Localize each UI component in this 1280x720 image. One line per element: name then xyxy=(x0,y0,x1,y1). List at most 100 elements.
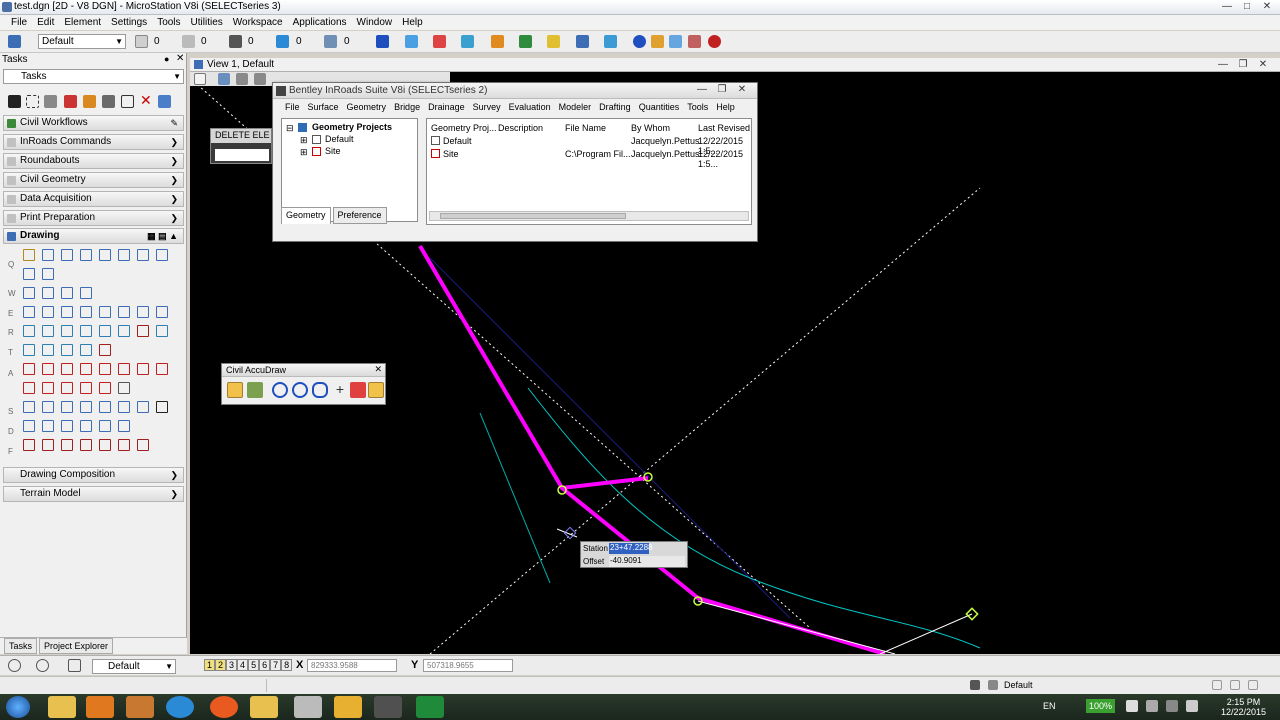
table-row[interactable]: Default Jacquelyn.Pettus 12/22/2015 1:5.… xyxy=(427,135,751,156)
menu-utilities[interactable]: Utilities xyxy=(186,17,228,28)
inroads-menu-drafting[interactable]: Drafting xyxy=(595,102,635,112)
tab-project-explorer[interactable]: Project Explorer xyxy=(39,638,114,654)
key-in-icon[interactable] xyxy=(376,35,389,48)
place-quarter-ellipse-icon[interactable] xyxy=(96,303,112,319)
dimension-linear-icon[interactable] xyxy=(39,417,55,433)
accudraw-check-icon[interactable] xyxy=(247,382,263,398)
text-change-case-icon[interactable] xyxy=(115,360,131,376)
pin-icon[interactable]: ● xyxy=(164,54,169,64)
group-holes-icon[interactable] xyxy=(20,341,36,357)
dimension-angular-icon[interactable] xyxy=(58,417,74,433)
delete-element-field[interactable] xyxy=(215,149,269,161)
status-active-level[interactable]: Default xyxy=(1004,680,1033,690)
accudraw-toggle-icon[interactable] xyxy=(227,382,243,398)
inroads-menu-modeler[interactable]: Modeler xyxy=(555,102,596,112)
dimension-label-icon[interactable] xyxy=(115,417,131,433)
text-fit-icon[interactable] xyxy=(20,379,36,395)
place-arc-icon[interactable] xyxy=(58,303,74,319)
inroads-menu-evaluation[interactable]: Evaluation xyxy=(505,102,555,112)
text-table-icon[interactable] xyxy=(115,379,131,395)
notes-icon[interactable] xyxy=(334,696,362,718)
level-display-icon[interactable] xyxy=(519,35,532,48)
pattern-area-icon[interactable] xyxy=(58,322,74,338)
station-field[interactable]: 23+47.2288 xyxy=(609,543,653,554)
inroads-menu-quantities[interactable]: Quantities xyxy=(635,102,684,112)
construct-minimum-icon[interactable] xyxy=(39,265,55,281)
view-group-combo[interactable]: Default ▼ xyxy=(92,659,176,674)
place-curve-icon[interactable] xyxy=(115,246,131,262)
section-civil-geometry[interactable]: Civil Geometry ❯ xyxy=(3,172,184,188)
view-button-5[interactable]: 5 xyxy=(248,659,260,671)
status-model-icon[interactable] xyxy=(1212,680,1222,690)
modify-arc-radius-icon[interactable] xyxy=(134,303,150,319)
battery-indicator[interactable]: 100% xyxy=(1086,699,1116,713)
raster-icon[interactable] xyxy=(461,35,474,48)
accudraw-station-offset-icon[interactable] xyxy=(272,382,288,398)
cancel-icon[interactable] xyxy=(708,35,721,48)
ie-icon[interactable] xyxy=(166,696,194,718)
section-print-preparation[interactable]: Print Preparation ❯ xyxy=(3,210,184,226)
menu-tools[interactable]: Tools xyxy=(152,17,185,28)
inroads-minimize-icon[interactable]: — xyxy=(693,84,711,96)
inroads-menu-geometry[interactable]: Geometry xyxy=(343,102,391,112)
text-display-icon[interactable] xyxy=(153,360,169,376)
scrollbar-thumb[interactable] xyxy=(440,213,626,219)
accudraw-distance-direction-icon[interactable] xyxy=(292,382,308,398)
place-text-icon[interactable] xyxy=(20,360,36,376)
create-region-icon[interactable] xyxy=(39,341,55,357)
cell-place-icon[interactable] xyxy=(20,398,36,414)
dimension-ordinate-icon[interactable] xyxy=(96,417,112,433)
plan-callout-icon[interactable] xyxy=(77,436,93,452)
level-combo[interactable]: Default ▼ xyxy=(38,34,126,49)
markup-icon[interactable] xyxy=(115,436,131,452)
inroads-menu-drainage[interactable]: Drainage xyxy=(424,102,469,112)
delete-icon[interactable]: ✕ xyxy=(140,93,153,108)
transparency-icon[interactable] xyxy=(276,35,289,48)
x-coordinate-field[interactable]: 829333.9588 xyxy=(307,659,397,672)
view-attributes-icon[interactable] xyxy=(194,73,206,85)
offset-field[interactable]: -40.9091 xyxy=(609,556,685,567)
edit-text-icon[interactable] xyxy=(58,360,74,376)
text-increment-icon[interactable] xyxy=(134,360,150,376)
update-view-icon[interactable] xyxy=(218,73,230,85)
priority-icon[interactable] xyxy=(324,35,337,48)
place-multiline-icon[interactable] xyxy=(58,246,74,262)
place-bspline-icon[interactable] xyxy=(134,246,150,262)
tree-expander-icon[interactable]: ⊟ xyxy=(286,123,294,134)
inroads-menu-surface[interactable]: Surface xyxy=(304,102,343,112)
levels-icon[interactable] xyxy=(491,35,504,48)
volume-icon[interactable] xyxy=(1186,700,1198,712)
table-row[interactable]: Site C:\Program Fil... Jacquelyn.Pettus … xyxy=(427,148,751,169)
dimension-radial-icon[interactable] xyxy=(77,417,93,433)
column-description[interactable]: Description xyxy=(498,123,543,133)
elevation-callout-icon[interactable] xyxy=(58,436,74,452)
menu-window[interactable]: Window xyxy=(352,17,398,28)
place-point-icon[interactable] xyxy=(77,246,93,262)
tree-item-default[interactable]: Default xyxy=(325,134,354,144)
language-indicator[interactable]: EN xyxy=(1043,701,1056,711)
dimension-element-icon[interactable] xyxy=(20,417,36,433)
place-ellipse-icon[interactable] xyxy=(39,303,55,319)
line-weight-icon[interactable] xyxy=(229,35,242,48)
cell-origin-icon[interactable] xyxy=(134,398,150,414)
project-icon[interactable] xyxy=(651,35,664,48)
cell-select-icon[interactable] xyxy=(39,398,55,414)
app-icon[interactable] xyxy=(294,696,322,718)
microstation-task-icon[interactable] xyxy=(374,696,402,718)
minimize-icon[interactable]: — xyxy=(1218,1,1236,13)
tasks-icon[interactable] xyxy=(547,35,560,48)
tree-expander-icon[interactable]: ⊞ xyxy=(300,135,308,146)
table-icon[interactable] xyxy=(153,398,169,414)
status-print-icon[interactable] xyxy=(1248,680,1258,690)
accudraw-xy-icon[interactable]: + xyxy=(332,382,348,398)
create-chain-icon[interactable] xyxy=(77,341,93,357)
crosshatch-area-icon[interactable] xyxy=(39,322,55,338)
info-icon[interactable] xyxy=(633,35,646,48)
copy-icon[interactable] xyxy=(44,95,57,108)
snap-icon[interactable] xyxy=(576,35,589,48)
tab-tasks[interactable]: Tasks xyxy=(4,638,38,654)
clock[interactable]: 2:15 PM 12/22/2015 xyxy=(1221,697,1266,717)
text-enter-data-icon[interactable] xyxy=(77,379,93,395)
folder-icon[interactable] xyxy=(250,696,278,718)
match-pattern-icon[interactable] xyxy=(115,322,131,338)
